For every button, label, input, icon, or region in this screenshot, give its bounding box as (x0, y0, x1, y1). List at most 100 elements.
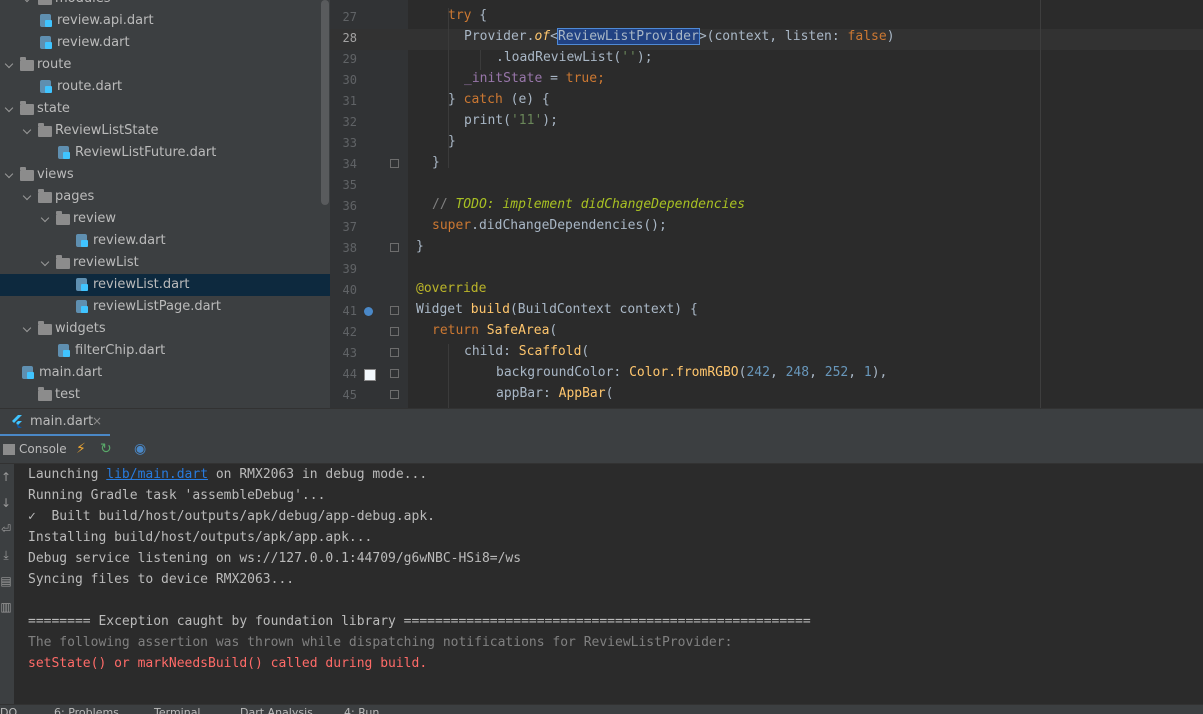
folder-icon (56, 211, 70, 225)
console-icon (3, 444, 15, 455)
tree-folder[interactable]: pages (0, 186, 330, 208)
line-number: 30 (342, 73, 357, 87)
problems-tool-button[interactable]: 6: Problems (54, 706, 119, 714)
tree-file[interactable]: reviewList.dart (0, 274, 330, 296)
tree-scrollbar[interactable] (321, 0, 329, 205)
hot-reload-icon[interactable]: ⚡ (76, 441, 86, 457)
tree-folder[interactable]: widgets (0, 318, 330, 340)
devtools-icon[interactable]: ◉ (134, 441, 146, 457)
code-line-44: backgroundColor: Color.fromRGBO(242, 248… (496, 365, 888, 380)
code-line-34: } (432, 155, 440, 170)
chevron-down-icon[interactable] (22, 186, 34, 208)
scroll-up-icon[interactable]: ↑ (0, 470, 12, 484)
line-number: 31 (342, 94, 357, 108)
code-line-41: Widget build(BuildContext context) { (416, 302, 698, 317)
tree-folder[interactable]: test (0, 384, 330, 406)
main-dart-link[interactable]: lib/main.dart (106, 467, 208, 482)
dart-file-icon (76, 300, 88, 313)
line-number: 45 (342, 388, 357, 402)
tree-file[interactable]: review.dart (0, 230, 330, 252)
line-number: 28 (342, 31, 357, 45)
code-line-38: } (416, 239, 424, 254)
line-number: 37 (342, 220, 357, 234)
tree-folder[interactable]: reviewList (0, 252, 330, 274)
scroll-down-icon[interactable]: ↓ (0, 496, 12, 510)
code-line-36: // TODO: implement didChangeDependencies (432, 197, 746, 212)
console-line: Installing build/host/outputs/apk/app.ap… (28, 530, 373, 545)
fold-marker-icon[interactable] (390, 327, 399, 336)
terminal-tool-button[interactable]: Terminal (154, 706, 201, 714)
folder-icon (38, 189, 52, 203)
code-line-37: super.didChangeDependencies(); (432, 218, 667, 233)
chevron-down-icon[interactable] (4, 164, 16, 186)
tree-item-label: review.api.dart (57, 13, 154, 28)
console-line: Syncing files to device RMX2063... (28, 572, 295, 587)
tree-item-label: filterChip.dart (75, 343, 166, 358)
tree-file[interactable]: review.api.dart (0, 10, 330, 32)
tree-folder[interactable]: modules (0, 0, 330, 10)
color-preview-icon[interactable] (364, 369, 376, 381)
tree-folder[interactable]: state (0, 98, 330, 120)
dart-analysis-tool-button[interactable]: Dart Analysis (240, 706, 313, 714)
line-number: 41 (342, 304, 357, 318)
chevron-down-icon[interactable] (22, 318, 34, 340)
tree-folder[interactable]: route (0, 54, 330, 76)
tree-folder[interactable]: ReviewListState (0, 120, 330, 142)
fold-marker-icon[interactable] (390, 369, 399, 378)
console-side-toolbar: ↑ ↓ ⏎ ⤓ ▤ ▥ (0, 464, 14, 704)
run-tool-button[interactable]: 4: Run (344, 706, 379, 714)
run-tab-bar: main.dart × (0, 408, 1203, 437)
tree-file[interactable]: main.dart (0, 362, 330, 384)
code-line-42: return SafeArea( (432, 323, 558, 338)
chevron-down-icon[interactable] (40, 208, 52, 230)
tab-main-dart[interactable]: main.dart × (0, 409, 110, 437)
console-line: Debug service listening on ws://127.0.0.… (28, 551, 522, 566)
print-icon[interactable]: ▤ (0, 574, 12, 588)
tree-file[interactable]: route.dart (0, 76, 330, 98)
right-margin-guide (1040, 0, 1041, 408)
chevron-down-icon[interactable] (40, 252, 52, 274)
folder-icon (56, 255, 70, 269)
dart-file-icon (40, 80, 52, 93)
tree-folder[interactable]: review (0, 208, 330, 230)
close-icon[interactable]: × (92, 414, 102, 428)
chevron-down-icon[interactable] (22, 120, 34, 142)
folder-icon (38, 321, 52, 335)
tree-file[interactable]: ReviewListFuture.dart (0, 142, 330, 164)
code-line-40: @override (416, 281, 487, 296)
soft-wrap-icon[interactable]: ⏎ (0, 522, 12, 536)
fold-marker-icon[interactable] (390, 390, 399, 399)
console-tab[interactable]: Console (19, 442, 67, 456)
tree-item-label: modules (55, 0, 111, 10)
fold-marker-icon[interactable] (390, 306, 399, 315)
clear-all-icon[interactable]: ▥ (0, 600, 12, 614)
chevron-down-icon[interactable] (4, 54, 16, 76)
project-tree: modules review.api.dart review.dart route ro… (0, 0, 330, 408)
tree-item-label: route (37, 57, 72, 72)
console-toolbar: Console ⚡ ↻ ◉ (0, 436, 1203, 464)
code-line-32: print('11'); (464, 113, 558, 128)
code-line-33: } (448, 134, 456, 149)
folder-icon (38, 0, 52, 5)
hot-restart-icon[interactable]: ↻ (100, 441, 112, 457)
fold-marker-icon[interactable] (390, 348, 399, 357)
dart-file-icon (40, 36, 52, 49)
folder-icon (20, 57, 34, 71)
todo-tool-button[interactable]: DO (0, 706, 17, 714)
tree-item-label: review.dart (93, 233, 166, 248)
tool-window-bar: DO 6: Problems Terminal Dart Analysis 4:… (0, 704, 1203, 714)
tree-folder[interactable]: views (0, 164, 330, 186)
override-method-icon[interactable] (364, 307, 373, 316)
fold-marker-icon[interactable] (390, 243, 399, 252)
chevron-down-icon[interactable] (4, 98, 16, 120)
chevron-down-icon[interactable] (22, 0, 34, 10)
tree-item-label: review (73, 211, 116, 226)
tree-file[interactable]: review.dart (0, 32, 330, 54)
code-line-29: .loadReviewList(''); (496, 50, 653, 65)
scroll-to-end-icon[interactable]: ⤓ (0, 548, 12, 563)
tree-file[interactable]: filterChip.dart (0, 340, 330, 362)
tree-file[interactable]: reviewListPage.dart (0, 296, 330, 318)
dart-file-icon (58, 344, 70, 357)
dart-file-icon (76, 278, 88, 291)
fold-marker-icon[interactable] (390, 159, 399, 168)
